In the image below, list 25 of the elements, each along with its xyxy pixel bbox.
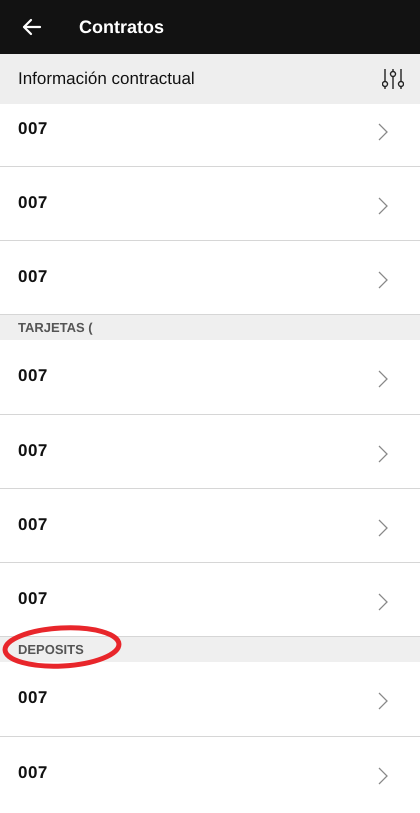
chevron-right-icon xyxy=(378,692,388,710)
chevron-right-icon xyxy=(378,767,388,785)
sliders-icon xyxy=(382,67,404,91)
filter-button[interactable] xyxy=(382,67,404,91)
section-title: Información contractual xyxy=(18,69,195,89)
chevron-right-icon xyxy=(378,445,388,463)
section-heading: DEPOSITS xyxy=(18,642,84,657)
contract-number: 007 xyxy=(18,366,48,386)
contract-number: 007 xyxy=(18,688,48,708)
contract-number: 007 xyxy=(18,267,48,287)
contract-number: 007 xyxy=(18,193,48,213)
chevron-right-icon xyxy=(378,370,388,388)
section-heading: TARJETAS ( xyxy=(18,320,93,335)
contract-number: 007 xyxy=(18,515,48,535)
screen-title: Contratos xyxy=(79,16,164,38)
chevron-right-icon xyxy=(378,519,388,537)
contract-number: 007 xyxy=(18,589,48,609)
chevron-right-icon xyxy=(378,123,388,141)
contract-number: 007 xyxy=(18,119,48,139)
contract-row[interactable]: 007 xyxy=(0,562,420,636)
contract-number: 007 xyxy=(18,441,48,461)
chevron-right-icon xyxy=(378,271,388,289)
chevron-right-icon xyxy=(378,593,388,611)
chevron-right-icon xyxy=(378,197,388,215)
contract-number: 007 xyxy=(18,763,48,783)
